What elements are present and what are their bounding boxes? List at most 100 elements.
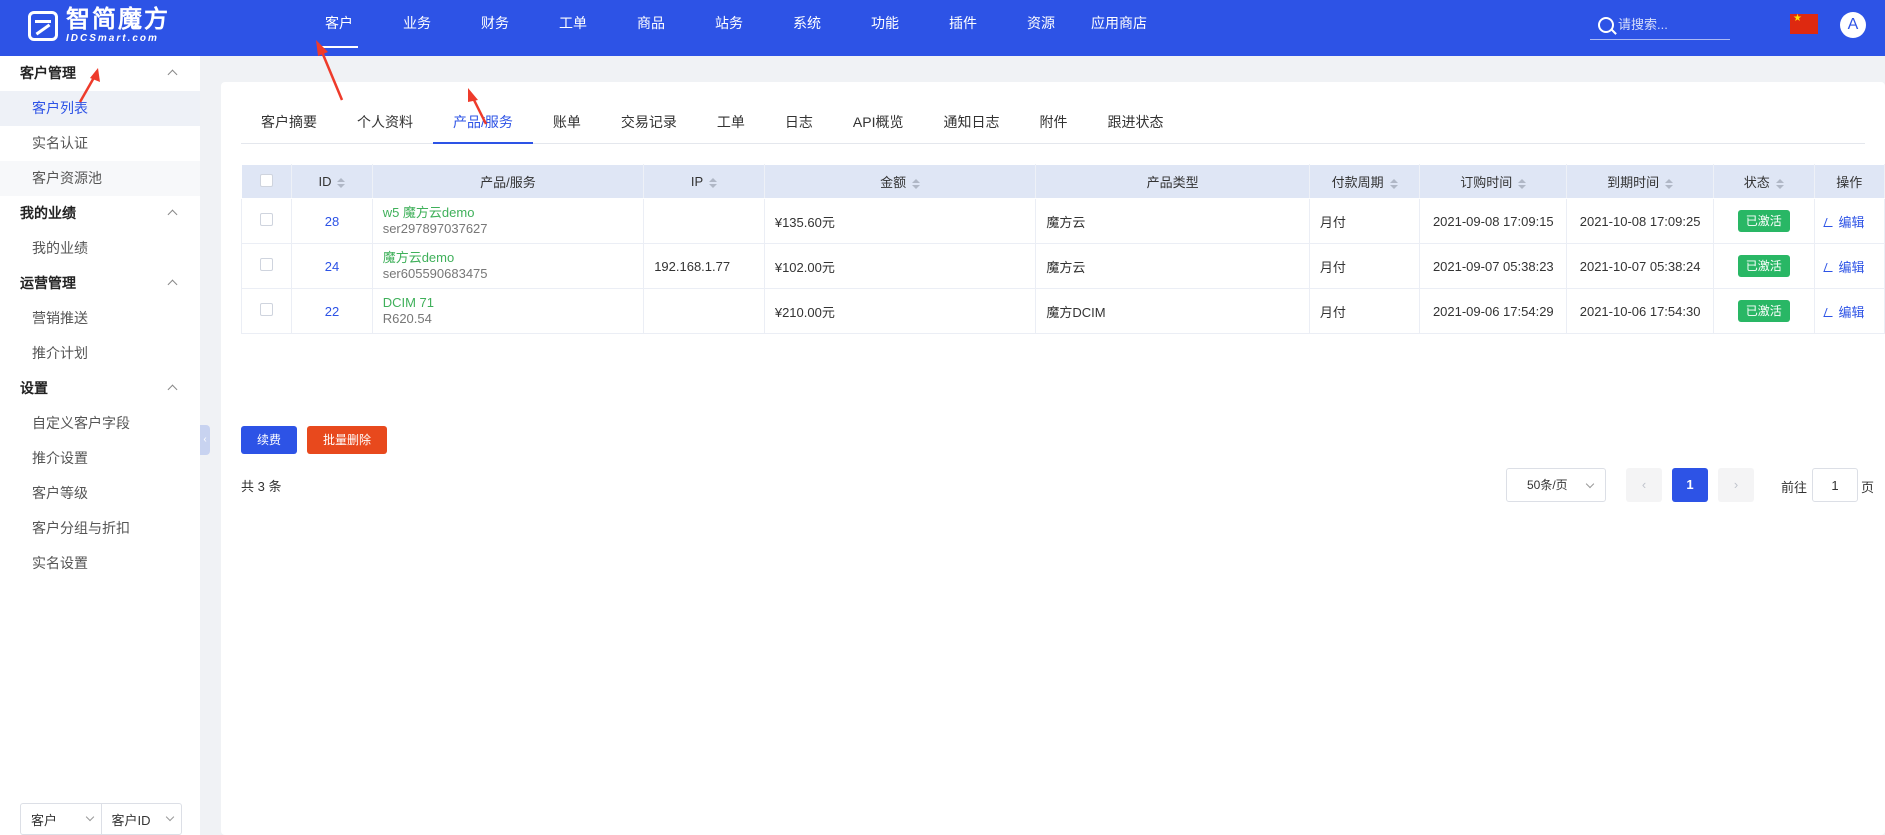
sidebar: 客户管理 客户列表 实名认证 客户资源池 我的业绩 我的业绩 运营管理 营销推送… [0, 56, 200, 835]
tab-products[interactable]: 产品/服务 [433, 102, 533, 144]
sidebar-item-customer-list[interactable]: 客户列表 [0, 91, 200, 126]
search-field-value: 客户ID [111, 812, 151, 828]
page-size-value: 50条/页 [1527, 478, 1568, 492]
tab-invoices[interactable]: 账单 [533, 102, 601, 143]
row-amount: ¥210.00元 [764, 288, 1037, 334]
prev-page-button[interactable]: ‹ [1626, 468, 1662, 502]
product-name-link[interactable]: w5 魔方云demo [383, 205, 633, 221]
tab-transactions[interactable]: 交易记录 [601, 102, 697, 143]
sort-icon[interactable] [912, 178, 921, 189]
avatar[interactable]: A [1840, 12, 1866, 38]
header-order-time[interactable]: 订购时间 [1419, 164, 1568, 199]
china-flag-icon[interactable] [1790, 13, 1818, 34]
sidebar-search-selects: 客户 客户ID [20, 803, 182, 835]
sidebar-group-performance[interactable]: 我的业绩 [0, 196, 200, 231]
sidebar-group-label: 我的业绩 [20, 205, 76, 221]
row-id-link[interactable]: 28 [325, 214, 339, 229]
header-billing-cycle[interactable]: 付款周期 [1308, 164, 1421, 199]
row-id-link[interactable]: 22 [325, 304, 339, 319]
status-badge: 已激活 [1737, 255, 1790, 277]
sidebar-item-referral-settings[interactable]: 推介设置 [0, 441, 200, 476]
jump-page-input[interactable] [1812, 468, 1858, 502]
sidebar-item-realname-settings[interactable]: 实名设置 [0, 546, 200, 581]
sort-icon[interactable] [1389, 178, 1398, 189]
pencil-icon [1822, 307, 1836, 317]
topnav-business[interactable]: 业务 [378, 0, 456, 48]
tab-attachments[interactable]: 附件 [1019, 102, 1087, 143]
jump-suffix: 页 [1861, 480, 1875, 495]
sort-icon[interactable] [1518, 178, 1527, 189]
header-action: 操作 [1813, 164, 1885, 199]
header-ip[interactable]: IP [643, 164, 765, 199]
search-input[interactable] [1618, 17, 1718, 32]
sidebar-item-group-discount[interactable]: 客户分组与折扣 [0, 511, 200, 546]
topnav-customer[interactable]: 客户 [300, 0, 378, 48]
row-expire-time: 2021-10-08 17:09:25 [1566, 198, 1714, 244]
sidebar-item-custom-fields[interactable]: 自定义客户字段 [0, 406, 200, 441]
search-type-select[interactable]: 客户 [21, 804, 101, 834]
topnav-site[interactable]: 站务 [690, 0, 768, 48]
header-expire-time[interactable]: 到期时间 [1566, 164, 1714, 199]
row-id-link[interactable]: 24 [325, 259, 339, 274]
sidebar-group-customer-mgmt[interactable]: 客户管理 [0, 56, 200, 91]
sidebar-group-settings[interactable]: 设置 [0, 371, 200, 406]
tab-profile[interactable]: 个人资料 [337, 102, 433, 143]
search-box [1590, 10, 1730, 40]
topnav-function[interactable]: 功能 [846, 0, 924, 48]
header-id[interactable]: ID [291, 164, 373, 199]
tab-summary[interactable]: 客户摘要 [241, 102, 337, 143]
tab-notify-logs[interactable]: 通知日志 [923, 102, 1019, 143]
search-field-select[interactable]: 客户ID [100, 804, 182, 834]
products-table: ID 产品/服务 IP 金额 产品类型 付款周期 订购时间 到期时间 状态 操作… [240, 164, 1885, 334]
row-order-time: 2021-09-07 05:38:23 [1419, 243, 1568, 289]
product-name-link[interactable]: 魔方云demo [383, 250, 633, 266]
row-edit-button[interactable]: 编辑 [1814, 288, 1885, 334]
row-cycle: 月付 [1309, 198, 1421, 244]
sidebar-item-my-performance[interactable]: 我的业绩 [0, 231, 200, 266]
chevron-down-icon [1585, 479, 1595, 489]
topnav-goods[interactable]: 商品 [612, 0, 690, 48]
renew-button[interactable]: 续费 [241, 426, 298, 454]
sidebar-item-realname-auth[interactable]: 实名认证 [0, 126, 200, 161]
row-checkbox[interactable] [260, 213, 274, 226]
page-number-current[interactable]: 1 [1672, 468, 1708, 502]
sort-icon[interactable] [337, 177, 346, 188]
tab-tickets[interactable]: 工单 [697, 102, 765, 143]
header-status[interactable]: 状态 [1713, 164, 1815, 199]
topnav-system[interactable]: 系统 [768, 0, 846, 48]
row-checkbox[interactable] [260, 258, 274, 271]
batch-delete-button[interactable]: 批量删除 [307, 426, 388, 454]
topnav-ticket[interactable]: 工单 [534, 0, 612, 48]
sidebar-group-label: 客户管理 [20, 65, 76, 81]
header-amount[interactable]: 金额 [763, 164, 1037, 199]
sort-icon[interactable] [1775, 178, 1784, 189]
row-edit-button[interactable]: 编辑 [1814, 243, 1885, 289]
logo[interactable]: 智简魔方 IDCSmart.com [28, 8, 170, 44]
topnav-resource[interactable]: 资源 [1002, 0, 1080, 48]
sidebar-item-marketing-push[interactable]: 营销推送 [0, 301, 200, 336]
tab-logs[interactable]: 日志 [765, 102, 833, 143]
product-name-link[interactable]: DCIM 71 [383, 295, 633, 311]
sort-icon[interactable] [1665, 178, 1674, 189]
sidebar-item-customer-pool[interactable]: 客户资源池 [0, 161, 200, 196]
tab-follow-status[interactable]: 跟进状态 [1087, 102, 1183, 143]
row-checkbox[interactable] [260, 303, 274, 316]
sidebar-item-referral-plan[interactable]: 推介计划 [0, 336, 200, 371]
pencil-icon [1822, 217, 1836, 227]
sort-icon[interactable] [709, 177, 718, 188]
page-size-select[interactable]: 50条/页 [1506, 468, 1606, 502]
main-panel: 客户摘要 个人资料 产品/服务 账单 交易记录 工单 日志 API概览 通知日志… [221, 82, 1885, 835]
sidebar-item-customer-level[interactable]: 客户等级 [0, 476, 200, 511]
row-edit-button[interactable]: 编辑 [1814, 198, 1885, 244]
top-nav: 客户 业务 财务 工单 商品 站务 系统 功能 插件 资源 应用商店 [300, 0, 1158, 48]
search-icon[interactable] [1598, 16, 1614, 33]
topnav-app-store[interactable]: 应用商店 [1080, 0, 1158, 48]
sidebar-collapse-handle[interactable]: ‹ [200, 425, 210, 455]
logo-icon [28, 11, 58, 41]
next-page-button[interactable]: › [1718, 468, 1754, 502]
sidebar-group-operations[interactable]: 运营管理 [0, 266, 200, 301]
topnav-finance[interactable]: 财务 [456, 0, 534, 48]
select-all-checkbox[interactable] [260, 173, 274, 187]
tab-api[interactable]: API概览 [833, 102, 924, 143]
topnav-plugin[interactable]: 插件 [924, 0, 1002, 48]
